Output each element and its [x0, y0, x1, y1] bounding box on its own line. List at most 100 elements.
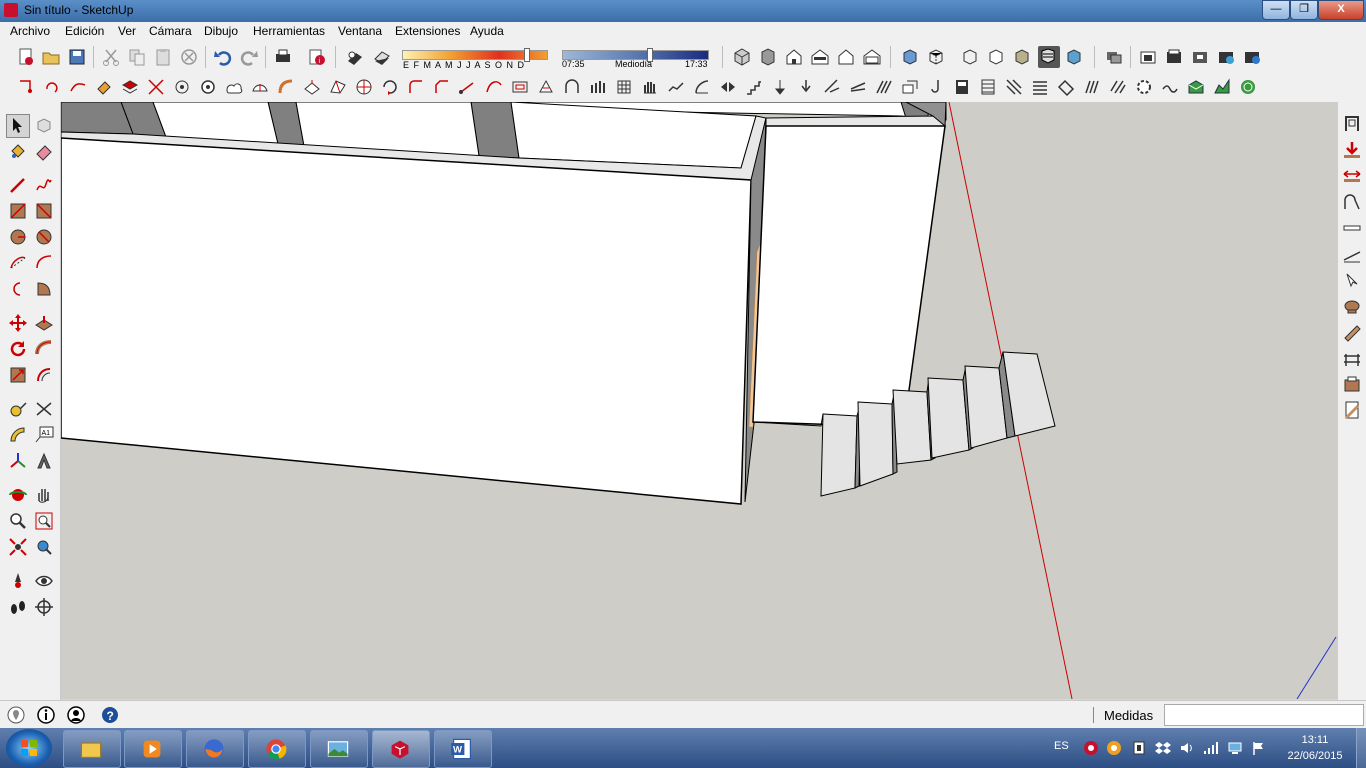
paint-icon[interactable]	[94, 77, 114, 97]
display-shadows-icon[interactable]	[372, 47, 392, 67]
stairs-icon[interactable]	[744, 77, 764, 97]
door-icon[interactable]	[1342, 400, 1362, 420]
maximize-button[interactable]: ❐	[1290, 0, 1318, 20]
share-component-icon[interactable]	[1216, 47, 1236, 67]
hand-icon[interactable]	[640, 77, 660, 97]
volume-tray-icon[interactable]	[1179, 740, 1195, 756]
pie-icon[interactable]	[34, 279, 54, 299]
move-icon[interactable]	[8, 313, 28, 333]
extension-warehouse-icon[interactable]	[1242, 47, 1262, 67]
rotated-rectangle-icon[interactable]	[34, 201, 54, 221]
help-icon[interactable]: ?	[100, 705, 120, 725]
shaded-textures-style-icon[interactable]	[1038, 46, 1060, 68]
two-point-arc-icon[interactable]	[34, 253, 54, 273]
model-scene[interactable]	[61, 102, 1338, 699]
cut-icon[interactable]	[101, 47, 121, 67]
railing-icon[interactable]	[1342, 350, 1362, 370]
zoom-window-icon[interactable]	[34, 511, 54, 531]
taskbar-chrome[interactable]	[248, 730, 306, 768]
ribbon-icon[interactable]	[1056, 77, 1076, 97]
window-frame-icon[interactable]	[1342, 114, 1362, 134]
minimize-button[interactable]: —	[1262, 0, 1290, 20]
construction-point-icon[interactable]	[16, 77, 36, 97]
geolocation-icon[interactable]	[6, 705, 26, 725]
section-plane-icon[interactable]	[34, 597, 54, 617]
furniture-icon[interactable]	[1342, 296, 1362, 316]
sandbox-contours-icon[interactable]	[1238, 77, 1258, 97]
drop-down-arrow-icon[interactable]	[1342, 140, 1362, 160]
back-edges-style-icon[interactable]	[926, 47, 946, 67]
lines-stack-icon[interactable]	[1030, 77, 1050, 97]
dimension-icon[interactable]	[34, 399, 54, 419]
device-tray-icon[interactable]	[1131, 740, 1147, 756]
panel-icon[interactable]	[952, 77, 972, 97]
line-tool-icon[interactable]	[458, 77, 478, 97]
shadow-settings-icon[interactable]	[345, 47, 365, 67]
grass-icon[interactable]	[1082, 77, 1102, 97]
axes-icon[interactable]	[8, 451, 28, 471]
paste-icon[interactable]	[153, 47, 173, 67]
credits-info-icon[interactable]	[36, 705, 56, 725]
close-button[interactable]: X	[1318, 0, 1364, 20]
plank-icon[interactable]	[1342, 322, 1362, 342]
left-view-icon[interactable]	[862, 47, 882, 67]
component-icon[interactable]	[34, 115, 54, 135]
show-desktop-button[interactable]	[1356, 728, 1366, 768]
columns-icon[interactable]	[588, 77, 608, 97]
cog-shape-icon[interactable]	[1134, 77, 1154, 97]
network-tray-icon[interactable]	[1203, 740, 1219, 756]
display-tray-icon[interactable]	[1227, 740, 1243, 756]
position-camera-icon[interactable]	[8, 571, 28, 591]
front-view-icon[interactable]	[784, 47, 804, 67]
menu-extensiones[interactable]: Extensiones	[395, 24, 460, 38]
shovel-icon[interactable]	[770, 77, 790, 97]
language-indicator[interactable]: ES	[1054, 740, 1069, 752]
menu-camara[interactable]: Cámara	[149, 24, 192, 38]
flat-bar-icon[interactable]	[1342, 218, 1362, 238]
open-folder-icon[interactable]	[41, 47, 61, 67]
storage-box-icon[interactable]	[1342, 374, 1362, 394]
rotate-icon[interactable]	[8, 339, 28, 359]
pattern-icon[interactable]	[1004, 77, 1024, 97]
rectangle-icon[interactable]	[8, 201, 28, 221]
orbit-icon[interactable]	[8, 485, 28, 505]
circle-arc-icon[interactable]	[42, 77, 62, 97]
menu-edicion[interactable]: Edición	[65, 24, 104, 38]
antivirus-tray-icon[interactable]	[1083, 740, 1099, 756]
rotate-copy-icon[interactable]	[380, 77, 400, 97]
taskbar-word[interactable]: W	[434, 730, 492, 768]
hatch-icon[interactable]	[874, 77, 894, 97]
pencil-line-icon[interactable]	[8, 175, 28, 195]
clock-time[interactable]: 13:11	[1290, 734, 1340, 746]
pipe-icon[interactable]	[276, 77, 296, 97]
sphere-icon[interactable]	[354, 77, 374, 97]
wave-icon[interactable]	[1160, 77, 1180, 97]
diagonal-lines-icon[interactable]	[1108, 77, 1128, 97]
copy-icon[interactable]	[127, 47, 147, 67]
fillet-icon[interactable]	[406, 77, 426, 97]
zoom-extents-icon[interactable]	[8, 537, 28, 557]
push-pull-icon[interactable]	[34, 313, 54, 333]
shell-icon[interactable]	[250, 77, 270, 97]
menu-dibujo[interactable]: Dibujo	[204, 24, 238, 38]
curve-profile-icon[interactable]	[1342, 192, 1362, 212]
scale-icon[interactable]	[8, 365, 28, 385]
cloud-shape-icon[interactable]	[224, 77, 244, 97]
box-cut-icon[interactable]	[900, 77, 920, 97]
model-info-icon[interactable]: i	[307, 47, 327, 67]
text-tool-icon[interactable]: A1	[34, 425, 54, 445]
wireframe-style-icon[interactable]	[960, 47, 980, 67]
iso-view-icon[interactable]	[732, 47, 752, 67]
follow-me-tool-icon[interactable]	[34, 339, 54, 359]
eraser-icon[interactable]	[34, 141, 54, 161]
flip-icon[interactable]	[718, 77, 738, 97]
monochrome-style-icon[interactable]	[1064, 47, 1084, 67]
save-icon[interactable]	[67, 47, 87, 67]
axes-cut-icon[interactable]	[146, 77, 166, 97]
user-account-icon[interactable]	[66, 705, 86, 725]
gear-icon[interactable]	[198, 77, 218, 97]
drawing-viewport[interactable]	[61, 102, 1338, 699]
project-icon[interactable]	[848, 77, 868, 97]
sandbox-grid-icon[interactable]	[1212, 77, 1232, 97]
menu-archivo[interactable]: Archivo	[10, 24, 50, 38]
